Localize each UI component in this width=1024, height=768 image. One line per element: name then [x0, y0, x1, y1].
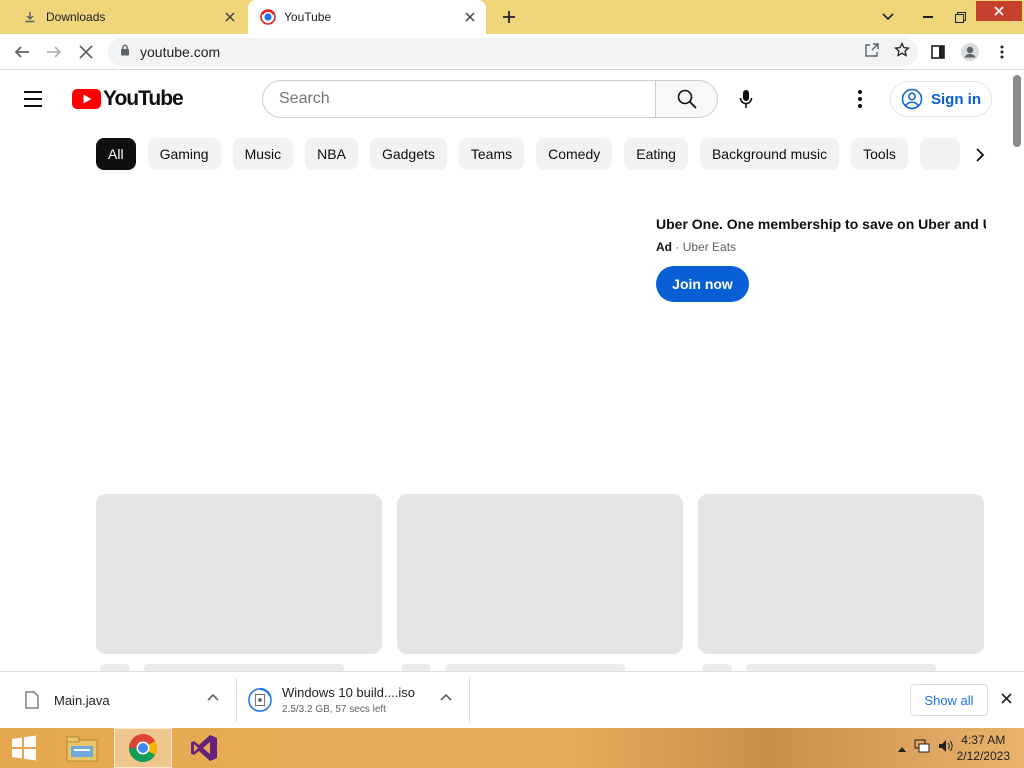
- chip-tools[interactable]: Tools: [851, 138, 908, 170]
- download-filename: Main.java: [54, 692, 110, 708]
- ad-title[interactable]: Uber One. One membership to save on Uber…: [656, 216, 986, 232]
- omnibox-actions: [864, 38, 910, 66]
- windows-start-icon[interactable]: [4, 728, 44, 768]
- file-explorer-icon[interactable]: [60, 728, 104, 768]
- download-progress-status: 2.5/3.2 GB, 57 secs left: [282, 704, 386, 715]
- sign-in-button[interactable]: Sign in: [890, 81, 992, 117]
- mic-icon[interactable]: [730, 83, 762, 115]
- lock-icon[interactable]: [120, 43, 130, 61]
- clock-time: 4:37 AM: [961, 733, 1006, 747]
- side-panel-icon[interactable]: [924, 38, 952, 66]
- menu-dots-icon[interactable]: [988, 38, 1016, 66]
- close-icon[interactable]: [460, 7, 480, 27]
- hamburger-icon[interactable]: [24, 87, 48, 111]
- browser-toolbar: youtube.com: [0, 34, 1024, 70]
- chip-nba[interactable]: NBA: [305, 138, 358, 170]
- settings-dots-icon[interactable]: [848, 87, 872, 111]
- search-button[interactable]: [655, 80, 718, 118]
- browser-tab-strip: Downloads YouTube: [0, 0, 1024, 34]
- chevron-down-icon[interactable]: [872, 0, 904, 34]
- window-controls: [872, 0, 1024, 34]
- address-bar[interactable]: youtube.com: [108, 38, 918, 66]
- page-scrollbar[interactable]: [1010, 71, 1024, 671]
- stop-loading-icon[interactable]: [72, 38, 100, 66]
- join-now-button[interactable]: Join now: [656, 266, 749, 302]
- back-arrow-icon[interactable]: [8, 38, 36, 66]
- window-close-button[interactable]: [976, 1, 1022, 21]
- download-filename: Windows 10 build....iso: [282, 685, 415, 700]
- ad-advertiser: Uber Eats: [682, 240, 737, 254]
- download-icon: [22, 9, 38, 25]
- chip-background-music[interactable]: Background music: [699, 138, 840, 170]
- chip-eating[interactable]: Eating: [624, 138, 688, 170]
- chrome-icon[interactable]: [114, 728, 172, 768]
- account-circle-icon: [901, 88, 923, 110]
- restore-icon[interactable]: [944, 0, 976, 34]
- close-icon[interactable]: [996, 688, 1016, 708]
- system-tray: [898, 728, 954, 768]
- chevron-up-icon[interactable]: [437, 688, 455, 706]
- divider: [236, 678, 237, 722]
- ad-separator: ·: [675, 240, 680, 254]
- ad-meta: Ad · Uber Eats: [656, 240, 996, 254]
- sign-in-label: Sign in: [931, 90, 981, 108]
- profile-icon[interactable]: [956, 38, 984, 66]
- show-all-button[interactable]: Show all: [910, 684, 988, 716]
- url-text[interactable]: youtube.com: [140, 44, 220, 60]
- search-icon: [677, 89, 697, 109]
- chip-gaming[interactable]: Gaming: [147, 138, 221, 170]
- video-thumbnail-placeholder[interactable]: [96, 494, 382, 654]
- chip-comedy[interactable]: Comedy: [536, 138, 613, 170]
- download-item[interactable]: Main.java: [20, 678, 210, 722]
- tab-downloads[interactable]: Downloads: [8, 0, 246, 34]
- video-thumbnail-placeholder[interactable]: [397, 494, 683, 654]
- chevron-up-icon[interactable]: [204, 688, 222, 706]
- minimize-icon[interactable]: [912, 0, 944, 34]
- close-icon: [994, 6, 1004, 16]
- tab-title: YouTube: [284, 10, 332, 24]
- youtube-play-icon: [72, 89, 101, 109]
- video-thumbnail-placeholder[interactable]: [698, 494, 984, 654]
- youtube-logo[interactable]: YouTube: [72, 87, 184, 111]
- plus-icon[interactable]: [498, 6, 520, 28]
- ad-card: Uber One. One membership to save on Uber…: [656, 216, 996, 302]
- chip-gadgets[interactable]: Gadgets: [369, 138, 447, 170]
- star-icon[interactable]: [894, 41, 910, 63]
- taskbar-clock[interactable]: 4:37 AM 2/12/2023: [957, 732, 1010, 764]
- network-icon[interactable]: [914, 739, 930, 758]
- chip-music[interactable]: Music: [232, 138, 294, 170]
- volume-icon[interactable]: [938, 739, 954, 758]
- chip-partial[interactable]: [919, 138, 960, 170]
- scrollbar-thumb[interactable]: [1013, 75, 1021, 147]
- divider: [469, 678, 470, 722]
- share-icon[interactable]: [864, 42, 880, 63]
- chip-all[interactable]: All: [96, 138, 136, 170]
- chip-teams[interactable]: Teams: [458, 138, 525, 170]
- logo-text: YouTube: [103, 87, 184, 110]
- chevron-right-icon[interactable]: [966, 141, 994, 169]
- category-chips: All Gaming Music NBA Gadgets Teams Comed…: [96, 138, 976, 172]
- search-box: [262, 80, 718, 118]
- windows-taskbar: 4:37 AM 2/12/2023: [0, 728, 1024, 768]
- ad-label: Ad: [656, 240, 672, 254]
- youtube-header: YouTube Sign in: [0, 71, 1010, 127]
- clock-date: 2/12/2023: [956, 749, 1010, 763]
- download-shelf: Main.java Windows 10 build....iso 2.5/3.…: [0, 671, 1024, 728]
- file-icon: [20, 686, 44, 714]
- chevron-up-icon[interactable]: [898, 739, 906, 757]
- tab-youtube[interactable]: YouTube: [248, 0, 486, 34]
- youtube-favicon: [260, 9, 276, 25]
- search-input[interactable]: [262, 80, 655, 118]
- download-item[interactable]: Windows 10 build....iso 2.5/3.2 GB, 57 s…: [248, 678, 448, 722]
- iso-file-icon: [248, 686, 272, 714]
- close-icon[interactable]: [220, 7, 240, 27]
- visual-studio-icon[interactable]: [182, 728, 226, 768]
- forward-arrow-icon[interactable]: [40, 38, 68, 66]
- tab-title: Downloads: [46, 10, 106, 24]
